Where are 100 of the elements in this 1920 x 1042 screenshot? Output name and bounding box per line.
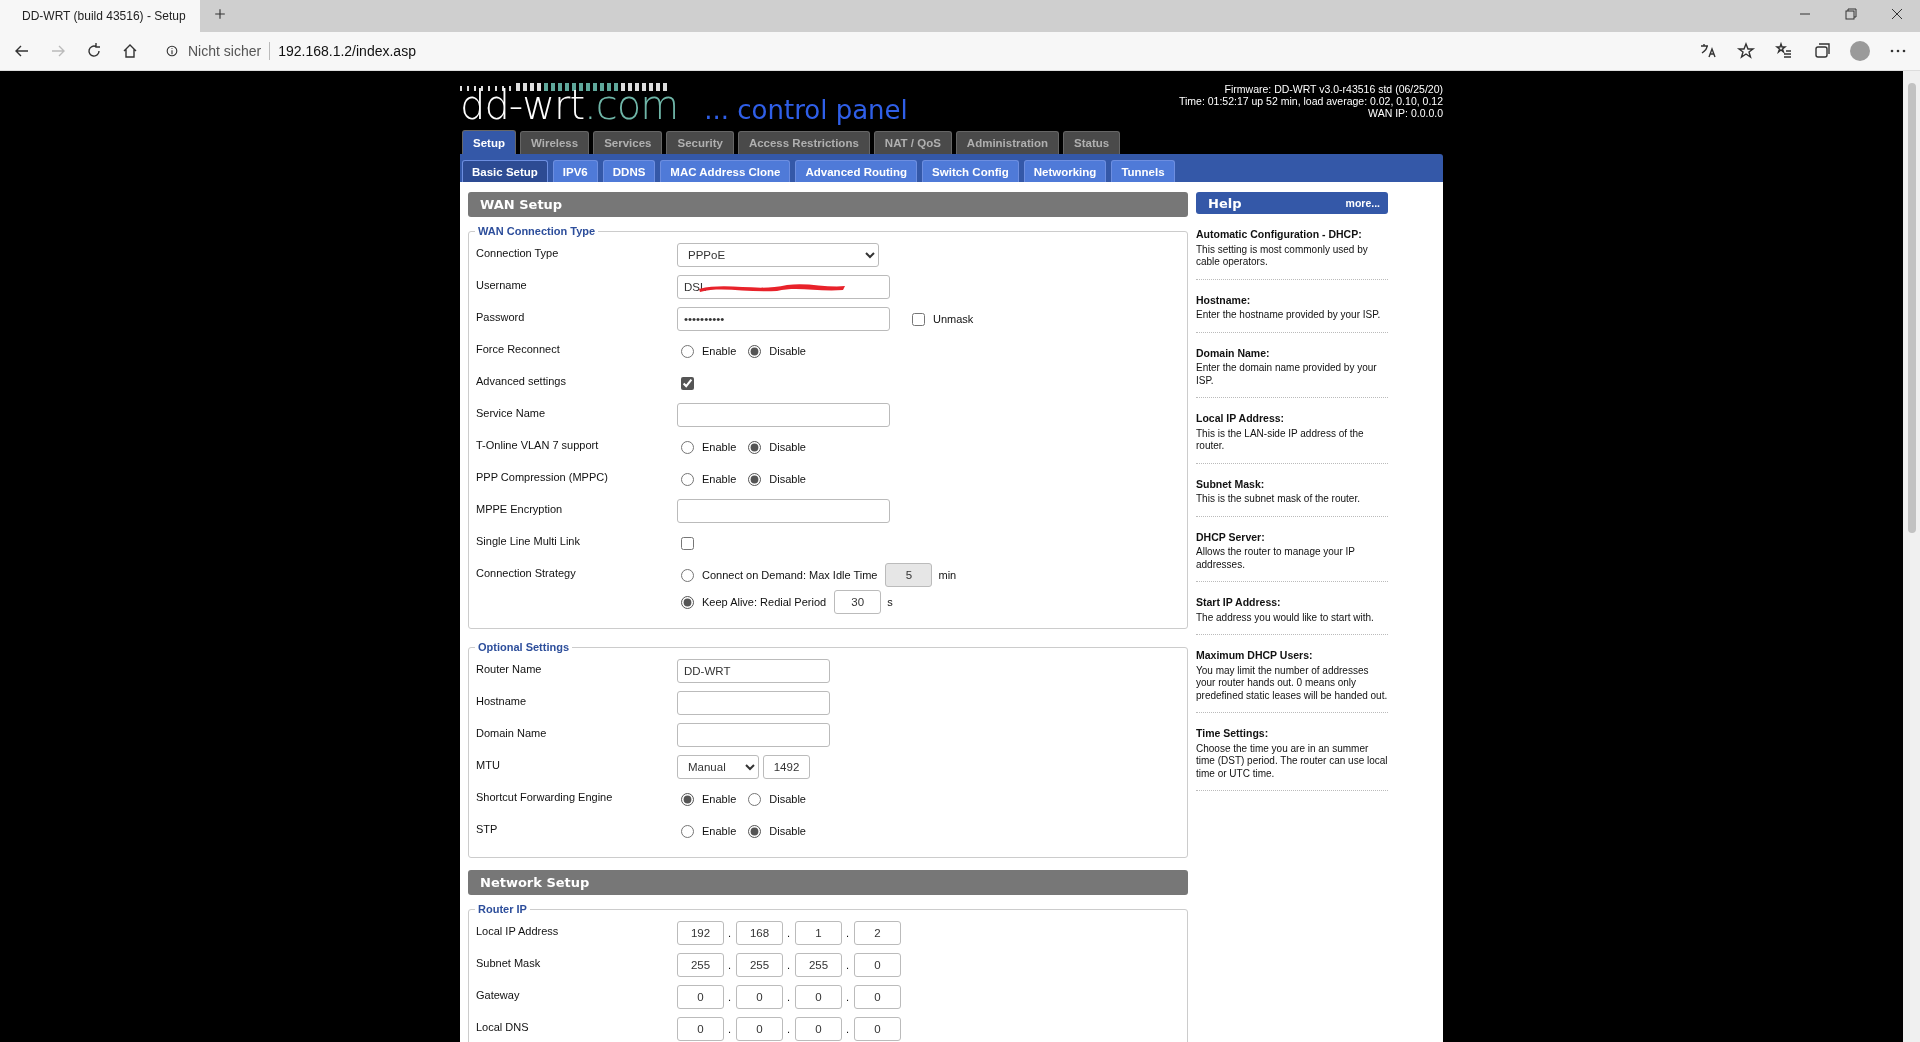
field-label: Connection Strategy — [476, 566, 577, 579]
help-heading: Automatic Configuration - DHCP: — [1196, 228, 1363, 241]
section-header: WAN Setup — [468, 192, 1188, 217]
field-label: MPPE Encryption — [476, 502, 564, 515]
text-field[interactable] — [677, 499, 890, 523]
ip-octet-field[interactable]: 255 — [795, 953, 842, 977]
help-text: This is the LAN-side IP address of the router. — [1196, 427, 1365, 453]
help-heading: Start IP Address: — [1196, 596, 1282, 609]
octet-separator: . — [846, 991, 850, 1003]
main-tab[interactable]: Security — [666, 131, 734, 154]
help-heading: Hostname: — [1196, 293, 1252, 306]
password-field[interactable]: •••••••••• — [677, 307, 890, 331]
checkbox-label: Unmask — [933, 313, 974, 325]
sub-tab[interactable]: MAC Address Clone — [660, 160, 791, 182]
scrollbar-thumb[interactable] — [1907, 83, 1916, 533]
field-label: MTU — [476, 758, 501, 771]
logo-text: dd-wrt.com — [460, 87, 679, 123]
radio-button[interactable] — [748, 344, 762, 358]
radio-label: Disable — [769, 441, 806, 453]
ip-octet-field[interactable]: 0 — [854, 985, 901, 1009]
ip-octet-field[interactable]: 0 — [736, 985, 783, 1009]
star-icon[interactable] — [1736, 41, 1756, 61]
octet-separator: . — [846, 1023, 850, 1035]
ip-octet-field[interactable]: 0 — [677, 985, 724, 1009]
dropdown[interactable]: Manual — [677, 755, 759, 779]
text-field[interactable] — [677, 691, 830, 715]
field-label: Hostname — [476, 694, 528, 707]
field-label: Router Name — [476, 662, 543, 675]
radio-label: Enable — [702, 473, 737, 485]
field-label: Service Name — [476, 406, 547, 419]
ip-octet-field[interactable]: 0 — [854, 1017, 901, 1041]
field-label: Single Line Multi Link — [476, 534, 581, 547]
main-tab[interactable]: Wireless — [519, 131, 590, 154]
radio-label: Enable — [702, 345, 737, 357]
scrollbar[interactable] — [1903, 71, 1920, 1042]
main-tab[interactable]: Status — [1063, 131, 1121, 154]
ip-octet-field[interactable]: 0 — [736, 1017, 783, 1041]
fieldset-legend: Router IP — [475, 903, 530, 915]
radio-button[interactable] — [748, 440, 762, 454]
checkbox[interactable] — [681, 536, 694, 550]
text-field[interactable]: DD-WRT — [677, 659, 830, 683]
sub-tab[interactable]: Switch Config — [922, 160, 1019, 182]
browser-tab[interactable]: DD-WRT (build 43516) - Setup — [0, 0, 200, 32]
profile-avatar[interactable] — [1850, 41, 1870, 61]
radio-label: Enable — [702, 825, 737, 837]
radio-button[interactable] — [748, 824, 762, 838]
main-tab[interactable]: Administration — [955, 131, 1059, 154]
sub-tab[interactable]: Basic Setup — [462, 160, 548, 182]
ip-octet-field[interactable]: 255 — [677, 953, 724, 977]
help-text: Enter the domain name provided by your ISP. — [1196, 362, 1378, 387]
radio-button[interactable] — [681, 344, 694, 358]
sub-tab[interactable]: Networking — [1023, 160, 1107, 182]
sub-tab[interactable]: Advanced Routing — [795, 160, 918, 182]
main-tab[interactable]: Setup — [462, 130, 516, 154]
radio-button[interactable] — [681, 824, 694, 838]
url-text[interactable]: 192.168.1.2/index.asp — [278, 43, 416, 59]
help-heading: Subnet Mask: — [1196, 477, 1266, 490]
ip-octet-field[interactable]: 168 — [736, 921, 783, 945]
favorites-list-icon[interactable] — [1774, 41, 1794, 61]
main-tab[interactable]: Services — [593, 131, 663, 154]
octet-separator: . — [728, 1023, 732, 1035]
radio-button[interactable] — [681, 595, 694, 609]
radio-label: Enable — [702, 441, 737, 453]
radio-button[interactable] — [681, 472, 694, 486]
ip-octet-field[interactable]: 255 — [736, 953, 783, 977]
text-field[interactable] — [677, 403, 890, 427]
dropdown[interactable]: PPPoE — [677, 243, 879, 267]
more-link[interactable]: more... — [1345, 197, 1380, 209]
field-label: Shortcut Forwarding Engine — [476, 790, 614, 803]
collections-icon[interactable] — [1812, 41, 1832, 61]
field-label: PPP Compression (MPPC) — [476, 470, 609, 483]
radio-button[interactable] — [748, 792, 762, 806]
ip-octet-field[interactable]: 0 — [795, 1017, 842, 1041]
field-label: Username — [476, 278, 528, 291]
sub-tab[interactable]: DDNS — [602, 160, 656, 182]
ip-octet-field[interactable]: 2 — [854, 921, 901, 945]
checkbox[interactable] — [912, 312, 925, 326]
main-tab[interactable]: NAT / QoS — [873, 131, 952, 154]
sub-tab[interactable]: Tunnels — [1111, 160, 1175, 182]
radio-button[interactable] — [748, 472, 762, 486]
sub-tab[interactable]: IPV6 — [552, 160, 598, 182]
radio-label: Keep Alive: Redial Period — [702, 596, 827, 608]
help-text: The address you would like to start with. — [1196, 611, 1375, 624]
fieldset-legend: WAN Connection Type — [475, 225, 599, 237]
octet-separator: . — [787, 991, 791, 1003]
ip-octet-field[interactable]: 1 — [795, 921, 842, 945]
plus-icon[interactable] — [212, 6, 228, 22]
main-tab[interactable]: Access Restrictions — [737, 131, 870, 154]
radio-button[interactable] — [681, 440, 694, 454]
ip-octet-field[interactable]: 0 — [854, 953, 901, 977]
field-label: Subnet Mask — [476, 956, 542, 969]
help-heading: Maximum DHCP Users: — [1196, 649, 1314, 662]
number-field[interactable]: 30 — [834, 590, 882, 614]
ip-octet-field[interactable]: 0 — [677, 1017, 724, 1041]
ip-octet-field[interactable]: 0 — [795, 985, 842, 1009]
radio-button[interactable] — [681, 792, 694, 806]
checkbox[interactable] — [681, 376, 694, 390]
ip-octet-field[interactable]: 192 — [677, 921, 724, 945]
text-field[interactable] — [677, 723, 830, 747]
number-field[interactable]: 1492 — [763, 755, 810, 779]
